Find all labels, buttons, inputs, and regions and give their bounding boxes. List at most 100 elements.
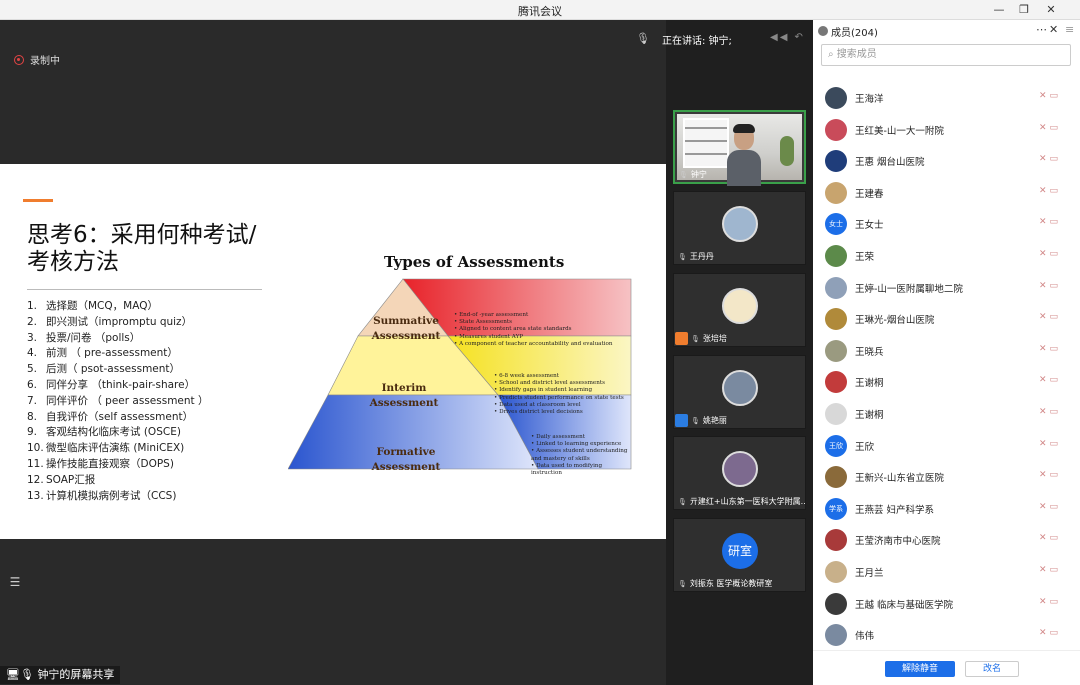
muted-mic-camera-icon[interactable]: ✕▭ — [1039, 565, 1061, 575]
participant-name: 王丹丹 — [689, 252, 714, 261]
title-bar: 腾讯会议 — ❐ ✕ — [0, 0, 1080, 20]
minimize-icon[interactable]: — — [988, 2, 1010, 18]
member-row[interactable]: 学系 王燕芸 妇产科学系 ✕▭ — [813, 493, 1080, 525]
pyramid-bullet: A component of teacher accountability an… — [454, 341, 629, 348]
pyramid-bullet: Data used to modifying instruction — [531, 463, 629, 477]
member-row[interactable]: 王越 临床与基础医学院 ✕▭ — [813, 588, 1080, 620]
member-row[interactable]: 王建春 ✕▭ — [813, 177, 1080, 209]
participant-name: 刘振东 医学概论教研室 — [689, 579, 773, 588]
pyramid-bullet: End-of -year assessment — [454, 312, 629, 319]
member-row[interactable]: 女士 王女士 ✕▭ — [813, 208, 1080, 240]
muted-mic-camera-icon[interactable]: ✕▭ — [1039, 502, 1061, 512]
muted-mic-camera-icon[interactable]: ✕▭ — [1039, 470, 1061, 480]
member-row[interactable]: 王新兴-山东省立医院 ✕▭ — [813, 461, 1080, 493]
muted-mic-camera-icon[interactable]: ✕▭ — [1039, 186, 1061, 196]
close-panel-icon[interactable]: ✕ — [1049, 23, 1058, 36]
close-icon[interactable]: ✕ — [1040, 2, 1062, 18]
member-name: 王谢桐 — [855, 410, 884, 421]
more-icon[interactable]: ⋯ — [1036, 23, 1047, 36]
formative-bullets: Daily assessmentLinked to learning exper… — [531, 434, 629, 477]
member-row[interactable]: 王海洋 ✕▭ — [813, 82, 1080, 114]
muted-mic-camera-icon[interactable]: ✕▭ — [1039, 533, 1061, 543]
muted-mic-camera-icon[interactable]: ✕▭ — [1039, 375, 1061, 385]
member-name: 王月兰 — [855, 568, 884, 579]
muted-mic-camera-icon[interactable]: ✕▭ — [1039, 597, 1061, 607]
list-text: 自我评价（self assessment） — [46, 410, 194, 423]
window-title: 腾讯会议 — [518, 5, 562, 18]
list-menu-icon[interactable]: ☰ — [4, 572, 26, 592]
video-tile[interactable]: 🎙 钟宁 — [673, 110, 806, 186]
member-name: 王越 临床与基础医学院 — [855, 599, 954, 611]
list-text: 后测（ psot-assessment） — [46, 363, 181, 376]
mic-muted-icon[interactable]: 🎙 — [636, 32, 652, 48]
avatar — [825, 371, 847, 394]
video-tile[interactable]: 🎙 王丹丹 — [673, 191, 806, 265]
muted-mic-camera-icon[interactable]: ✕▭ — [1039, 439, 1061, 449]
avatar — [825, 308, 847, 331]
method-list-item: 6. 同伴分享 （think-pair-share） — [27, 378, 209, 394]
muted-mic-camera-icon[interactable]: ✕▭ — [1039, 123, 1061, 133]
muted-mic-camera-icon[interactable]: ✕▭ — [1039, 91, 1061, 101]
member-row[interactable]: 王谢桐 ✕▭ — [813, 366, 1080, 398]
pyramid-bullet: Measures student AYP — [454, 334, 629, 341]
search-placeholder: 搜索成员 — [836, 49, 877, 60]
method-list-item: 13. 计算机模拟病例考试（CCS) — [27, 489, 209, 505]
avatar — [825, 87, 847, 109]
member-row[interactable]: 伟伟 ✕▭ — [813, 619, 1080, 651]
avatar — [825, 150, 847, 173]
pyramid-bullet: Drives district level decisions — [494, 409, 629, 416]
muted-mic-camera-icon[interactable]: ✕▭ — [1039, 281, 1061, 291]
list-text: 同伴分享 （think-pair-share） — [46, 378, 196, 391]
list-number: 10. — [27, 442, 44, 455]
speaking-indicator: 正在讲话: 钟宁; — [662, 36, 732, 47]
method-list-item: 12. SOAP汇报 — [27, 473, 209, 489]
mic-icon: 🎙 — [691, 334, 700, 343]
muted-mic-camera-icon[interactable]: ✕▭ — [1039, 217, 1061, 227]
restore-icon[interactable]: ❐ — [1013, 2, 1035, 18]
member-name: 王建春 — [855, 188, 884, 200]
list-text: 选择题（MCQ，MAQ） — [46, 300, 158, 312]
video-tile[interactable]: 研室 🎙 刘振东 医学概论教研室 — [673, 518, 806, 592]
user-tag-icon — [675, 414, 688, 427]
video-tile[interactable]: 🎙 张培培 — [673, 273, 806, 347]
shared-screen-stage: 录制中 🎙 思考6：采用何种考试/考核方法 1. 选择题（MCQ，MAQ） 2. 即兴… — [0, 20, 666, 685]
list-number: 3. — [27, 331, 38, 344]
member-search-input[interactable]: ⌕ 搜索成员 — [821, 44, 1071, 66]
video-tile[interactable]: 🎙 亓建红+山东第一医科大学附属... — [673, 436, 806, 510]
member-name: 王荣 — [855, 252, 875, 263]
strip-controls[interactable]: ◀◀ ↶ — [770, 32, 805, 43]
muted-mic-camera-icon[interactable]: ✕▭ — [1039, 249, 1061, 259]
member-row[interactable]: 王惠 烟台山医院 ✕▭ — [813, 145, 1080, 177]
method-list-item: 3. 投票/问卷 （polls） — [27, 331, 209, 347]
member-row[interactable]: 王欣 王欣 ✕▭ — [813, 430, 1080, 462]
member-name: 王海洋 — [855, 94, 884, 105]
member-row[interactable]: 王莹济南市中心医院 ✕▭ — [813, 524, 1080, 556]
mic-icon: 🎙 — [678, 579, 687, 588]
member-row[interactable]: 王婷-山一医附属聊地二院 ✕▭ — [813, 272, 1080, 304]
member-row[interactable]: 王谢桐 ✕▭ — [813, 398, 1080, 430]
avatar — [825, 276, 847, 299]
member-row[interactable]: 王晓兵 ✕▭ — [813, 335, 1080, 367]
formative-label: Formative Assessment — [371, 446, 441, 473]
unmute-all-button[interactable]: 解除静音 — [885, 661, 955, 677]
muted-mic-camera-icon[interactable]: ✕▭ — [1039, 407, 1061, 417]
member-row[interactable]: 王荣 ✕▭ — [813, 240, 1080, 272]
member-row[interactable]: 王琳光-烟台山医院 ✕▭ — [813, 303, 1080, 335]
member-row[interactable]: 王红美-山一大一附院 ✕▭ — [813, 114, 1080, 146]
muted-mic-camera-icon[interactable]: ✕▭ — [1039, 628, 1061, 638]
participant-name: 姚艳丽 — [702, 416, 727, 425]
member-name: 王新兴-山东省立医院 — [855, 473, 944, 485]
member-name: 王女士 — [855, 220, 884, 232]
muted-mic-camera-icon[interactable]: ✕▭ — [1039, 344, 1061, 354]
avatar — [825, 624, 847, 647]
panel-menu-icon[interactable]: ≡ — [1065, 23, 1074, 36]
avatar — [825, 245, 847, 267]
rename-button[interactable]: 改名 — [965, 661, 1019, 677]
tile-name: 🎙 王丹丹 — [678, 251, 714, 262]
muted-mic-camera-icon[interactable]: ✕▭ — [1039, 154, 1061, 164]
user-tag-icon — [675, 332, 688, 345]
member-row[interactable]: 王月兰 ✕▭ — [813, 556, 1080, 588]
video-tile[interactable]: 🎙 姚艳丽 — [673, 355, 806, 429]
mic-icon: 🎙 — [678, 252, 687, 261]
muted-mic-camera-icon[interactable]: ✕▭ — [1039, 312, 1061, 322]
